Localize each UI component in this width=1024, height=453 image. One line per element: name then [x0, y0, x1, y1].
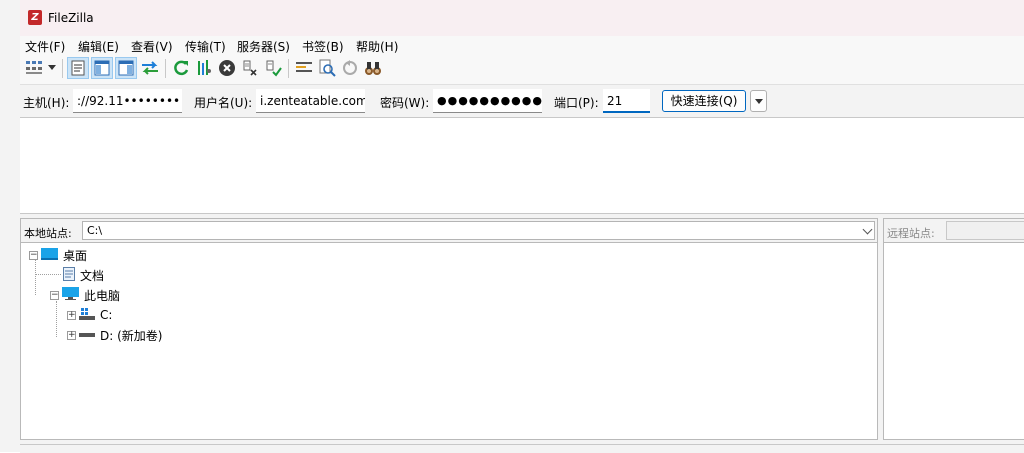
username-label: 用户名(U):: [194, 96, 253, 110]
tree-item-label: 文档: [80, 268, 105, 283]
title-bar: Z FileZilla: [20, 0, 1024, 36]
tree-connector: [35, 274, 61, 275]
document-icon: [63, 266, 75, 284]
local-site-label: 本地站点:: [24, 227, 72, 240]
collapse-icon[interactable]: −: [29, 250, 38, 260]
expand-icon[interactable]: +: [67, 330, 76, 340]
menu-server[interactable]: 服务器(S): [237, 38, 290, 55]
quickconnect-bar: 主机(H): ://92.11•••••••• 用户名(U): i.zentea…: [20, 85, 1024, 118]
local-site-header: 本地站点: C:\: [20, 218, 878, 243]
tree-item-documents[interactable]: 文档: [63, 266, 104, 284]
toggle-message-log-icon[interactable]: [67, 57, 89, 79]
toolbar: [20, 54, 1024, 85]
system-drive-icon: [79, 307, 95, 323]
port-input[interactable]: 21: [603, 89, 650, 113]
menu-file[interactable]: 文件(F): [25, 38, 65, 55]
toggle-remote-tree-icon[interactable]: [115, 57, 137, 79]
tree-connector: [56, 301, 57, 337]
tree-item-label: D: (新加卷): [100, 328, 163, 343]
computer-icon: [62, 287, 79, 303]
site-manager-dropdown-icon[interactable]: [46, 57, 58, 79]
message-log[interactable]: [20, 118, 1024, 214]
window-title: FileZilla: [48, 11, 94, 25]
toggle-transfer-queue-icon[interactable]: [139, 57, 161, 79]
collapse-icon[interactable]: −: [50, 290, 59, 300]
host-label: 主机(H):: [23, 96, 70, 110]
synchronized-browsing-icon[interactable]: [339, 57, 361, 79]
toolbar-separator: [62, 59, 63, 78]
expand-icon[interactable]: +: [67, 310, 76, 320]
tree-item-label: 此电脑: [84, 288, 121, 303]
background-window-edge: [0, 0, 21, 452]
quickconnect-dropdown-icon[interactable]: [750, 90, 767, 112]
toolbar-separator: [165, 59, 166, 78]
remote-site-label: 远程站点:: [887, 227, 935, 240]
tree-item-drive-d[interactable]: + D: (新加卷): [67, 326, 162, 344]
tree-item-drive-c[interactable]: + C:: [67, 306, 112, 324]
password-label: 密码(W):: [380, 96, 430, 110]
remote-directory-tree[interactable]: [883, 243, 1024, 440]
search-files-icon[interactable]: [316, 57, 338, 79]
menu-view[interactable]: 查看(V): [131, 38, 173, 55]
tree-item-this-pc[interactable]: − 此电脑: [50, 286, 120, 304]
tree-connector: [35, 259, 36, 295]
chevron-down-icon[interactable]: [862, 224, 873, 235]
local-path-combobox[interactable]: C:\: [82, 221, 875, 240]
refresh-icon[interactable]: [170, 57, 192, 79]
menu-bar: 文件(F) 编辑(E) 查看(V) 传输(T) 服务器(S) 书签(B) 帮助(…: [20, 36, 1024, 54]
quickconnect-button[interactable]: 快速连接(Q): [662, 90, 746, 112]
host-input[interactable]: ://92.11••••••••: [73, 89, 182, 113]
reconnect-icon[interactable]: [262, 57, 284, 79]
local-directory-tree[interactable]: − 桌面 文档 − 此电脑 + C: + D: (新加卷): [20, 243, 878, 440]
remote-site-header: 远程站点:: [883, 218, 1024, 243]
toggle-local-tree-icon[interactable]: [91, 57, 113, 79]
filezilla-window: Z FileZilla 文件(F) 编辑(E) 查看(V) 传输(T) 服务器(…: [20, 0, 1024, 453]
cancel-icon[interactable]: [216, 57, 238, 79]
tree-item-label: C:: [100, 308, 113, 322]
username-input[interactable]: i.zenteatable.com: [256, 89, 365, 113]
binoculars-icon[interactable]: [362, 57, 384, 79]
menu-transfer[interactable]: 传输(T): [185, 38, 226, 55]
menu-help[interactable]: 帮助(H): [356, 38, 398, 55]
toolbar-separator: [288, 59, 289, 78]
drive-icon: [79, 328, 95, 342]
menu-edit[interactable]: 编辑(E): [78, 38, 119, 55]
filezilla-logo-icon: Z: [28, 10, 42, 25]
tree-item-desktop[interactable]: − 桌面: [29, 246, 87, 264]
directory-filter-icon[interactable]: [293, 57, 315, 79]
tree-item-label: 桌面: [63, 248, 88, 263]
site-manager-icon[interactable]: [23, 57, 45, 79]
local-path-text: C:\: [87, 224, 103, 237]
desktop-folder-icon: [41, 247, 58, 263]
process-queue-icon[interactable]: [193, 57, 215, 79]
disconnect-icon[interactable]: [239, 57, 261, 79]
menu-bookmarks[interactable]: 书签(B): [302, 38, 344, 55]
remote-path-combobox[interactable]: [946, 221, 1024, 240]
password-input[interactable]: ●●●●●●●●●●●: [433, 89, 542, 113]
port-label: 端口(P):: [554, 96, 599, 110]
